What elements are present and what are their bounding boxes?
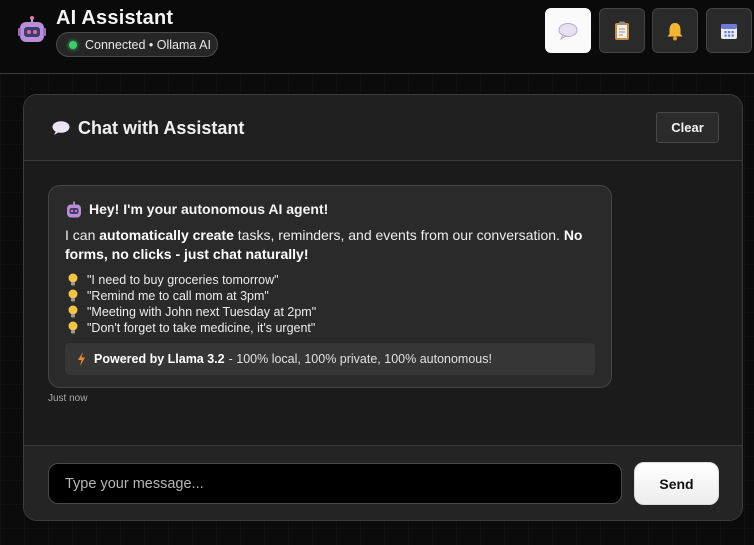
message-timestamp: Just now — [48, 393, 88, 404]
lightbulb-icon — [68, 321, 78, 334]
chat-title: Chat with Assistant — [78, 118, 245, 138]
status-dot-icon — [69, 40, 77, 49]
powered-by-text: - 100% local, 100% private, 100% autonom… — [228, 352, 492, 366]
intro-emphasis: automatically create — [99, 227, 234, 243]
chat-panel-header: Chat with Assistant Clear — [24, 95, 742, 161]
lightbulb-icon — [68, 305, 78, 318]
message-intro: I can automatically create tasks, remind… — [65, 226, 595, 264]
calendar-icon — [721, 23, 737, 39]
message-input[interactable] — [48, 463, 622, 504]
robot-icon — [67, 201, 81, 218]
clear-button[interactable]: Clear — [656, 112, 719, 143]
example-text: "Meeting with John next Tuesday at 2pm" — [87, 305, 317, 319]
nav-calendar-button[interactable] — [706, 8, 752, 53]
nav-notes-button[interactable] — [599, 8, 645, 53]
send-button[interactable]: Send — [634, 462, 719, 505]
bell-icon — [667, 22, 683, 40]
intro-text: I can — [65, 227, 100, 243]
list-item: "I need to buy groceries tomorrow" — [67, 272, 567, 288]
clipboard-icon — [615, 21, 629, 40]
intro-text: tasks, reminders, and events from our co… — [233, 227, 564, 243]
assistant-message: Hey! I'm your autonomous AI agent! I can… — [48, 185, 612, 388]
message-composer: Send — [24, 445, 742, 520]
message-list: Hey! I'm your autonomous AI agent! I can… — [24, 161, 742, 446]
connection-status-badge: Connected • Ollama AI — [56, 32, 218, 57]
example-text: "Remind me to call mom at 3pm" — [87, 289, 269, 303]
lightning-icon — [78, 352, 85, 366]
powered-by-label: Powered by Llama 3.2 — [94, 352, 225, 366]
lightbulb-icon — [68, 273, 78, 286]
example-text: "I need to buy groceries tomorrow" — [87, 273, 279, 287]
example-text: "Don't forget to take medicine, it's urg… — [87, 321, 316, 335]
speech-bubble-icon — [52, 121, 70, 135]
list-item: "Meeting with John next Tuesday at 2pm" — [67, 304, 567, 320]
message-title: Hey! I'm your autonomous AI agent! — [89, 201, 329, 217]
robot-icon — [18, 16, 46, 42]
connection-status-text: Connected • Ollama AI — [85, 37, 211, 52]
app-header: AI Assistant Connected • Ollama AI — [0, 0, 754, 74]
list-item: "Don't forget to take medicine, it's urg… — [67, 320, 567, 336]
powered-by-banner: Powered by Llama 3.2 - 100% local, 100% … — [65, 343, 595, 375]
nav-chat-button[interactable] — [545, 8, 591, 53]
example-list: "I need to buy groceries tomorrow" "Remi… — [67, 272, 567, 336]
app-title: AI Assistant — [56, 7, 174, 29]
nav-reminders-button[interactable] — [652, 8, 698, 53]
lightbulb-icon — [68, 289, 78, 302]
speech-bubble-icon — [558, 22, 578, 40]
chat-panel: Chat with Assistant Clear Hey! I'm your … — [23, 94, 743, 521]
list-item: "Remind me to call mom at 3pm" — [67, 288, 567, 304]
